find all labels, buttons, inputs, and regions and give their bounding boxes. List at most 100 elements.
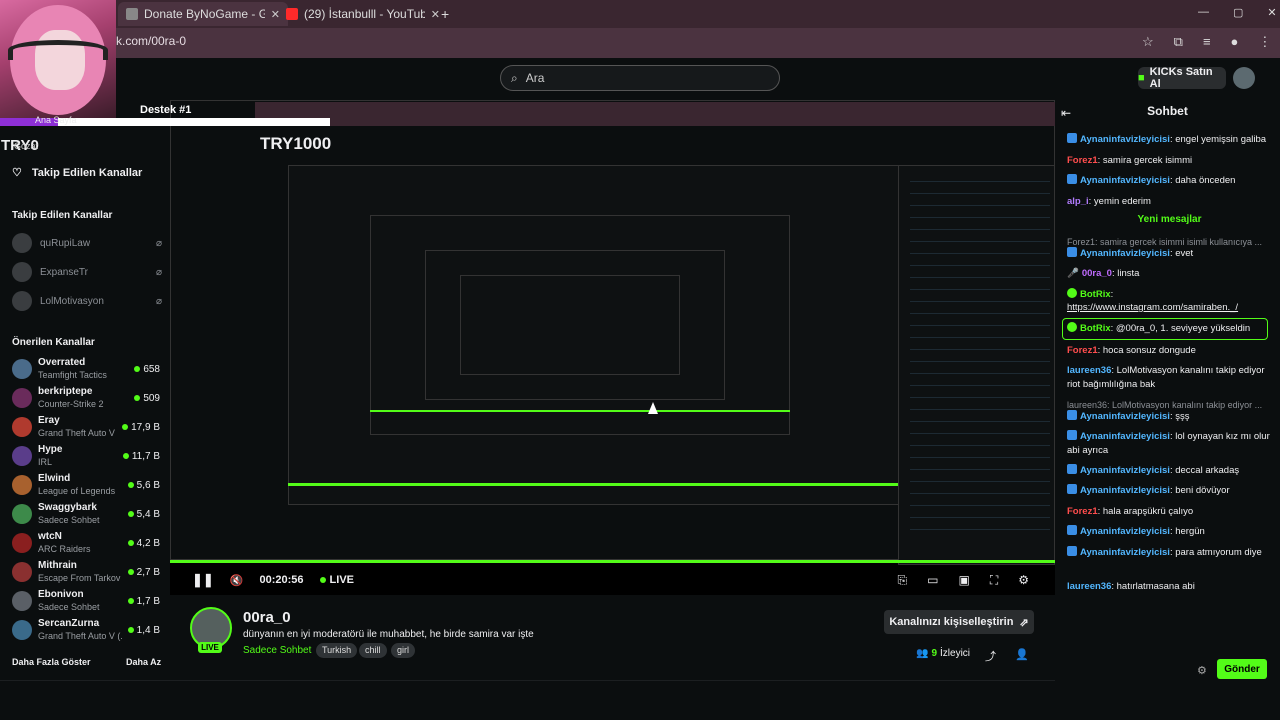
recommended-channel[interactable]: Swaggybark Sadece Sohbet 5,4 B: [12, 500, 160, 528]
tag-chill[interactable]: chill: [359, 643, 387, 658]
chat-username[interactable]: Aynaninfavizleyicisi: [1080, 175, 1170, 186]
pause-icon[interactable]: ❚❚: [192, 572, 214, 588]
video-player[interactable]: [170, 100, 1055, 595]
followed-channel[interactable]: ExpanseTr ⌀: [12, 261, 162, 283]
chat-username[interactable]: Aynaninfavizleyicisi: [1080, 134, 1170, 145]
chat-username[interactable]: laureen36: [1067, 365, 1111, 376]
chat-username[interactable]: alp_i: [1067, 196, 1089, 207]
search-input[interactable]: ⌕ Ara: [500, 65, 780, 91]
show-more-button[interactable]: Daha Fazla Göster: [12, 657, 91, 667]
chat-username[interactable]: laureen36: [1067, 581, 1111, 592]
clip-icon[interactable]: ⎘: [898, 573, 908, 588]
avatar: [12, 562, 32, 582]
live-dot-icon: [127, 627, 134, 633]
kicks-buy-button[interactable]: ■ KICKs Satın Al: [1138, 66, 1226, 90]
followed-channel[interactable]: quRupiLaw ⌀: [12, 232, 162, 254]
chat-message: Forez1: hoca sonsuz dongude: [1067, 344, 1272, 358]
chat-text: : linsta: [1111, 268, 1140, 279]
settings-icon[interactable]: ⚙: [1018, 573, 1029, 588]
chat-link[interactable]: https://www.instagram.com/samiraben._/: [1067, 301, 1272, 315]
recommended-channel[interactable]: Elwind League of Legends 5,6 B: [12, 471, 160, 499]
recommended-channel[interactable]: berkriptepe Counter-Strike 2 509: [12, 384, 160, 412]
subscriber-badge-icon: [1067, 464, 1077, 474]
url-field[interactable]: k.com/00ra-0: [116, 34, 186, 48]
extensions-icon[interactable]: ⧉: [1174, 34, 1183, 50]
tag-girl[interactable]: girl: [391, 643, 416, 658]
avatar: [12, 417, 32, 437]
chat-username[interactable]: BotRix: [1080, 289, 1111, 300]
mouse-cursor-icon: [648, 402, 658, 414]
theater-icon[interactable]: ▭: [927, 573, 938, 588]
star-icon[interactable]: ☆: [1142, 34, 1154, 50]
chat-text: :: [1110, 289, 1114, 300]
chat-username[interactable]: Aynaninfavizleyicisi: [1080, 431, 1170, 442]
recommended-channel[interactable]: Eray Grand Theft Auto V ... 17,9 B: [12, 413, 160, 441]
new-tab-icon[interactable]: +: [441, 6, 449, 22]
chat-username[interactable]: Aynaninfavizleyicisi: [1080, 526, 1170, 537]
maximize-icon[interactable]: ▢: [1233, 6, 1243, 19]
chat-message: Aynaninfavizleyicisi: deccal arkadaş: [1067, 464, 1272, 478]
tag-turkish[interactable]: Turkish: [316, 643, 358, 658]
chat-username[interactable]: Aynaninfavizleyicisi: [1080, 547, 1170, 558]
show-less-button[interactable]: Daha Az: [126, 657, 161, 667]
avatar: [12, 475, 32, 495]
stream-category[interactable]: Sadece Sohbet: [243, 645, 311, 656]
recommended-channel[interactable]: wtcN ARC Raiders 4,2 B: [12, 529, 160, 557]
tab-donate[interactable]: Donate ByNoGame - Gelen/Gid ✕: [118, 2, 288, 26]
chat-username[interactable]: Aynaninfavizleyicisi: [1080, 411, 1170, 422]
home-nav-label[interactable]: Ana Sayfa: [35, 115, 77, 125]
profile-icon[interactable]: ●: [1231, 34, 1239, 50]
channel-text: Eray Grand Theft Auto V ...: [38, 415, 116, 439]
streamer-name[interactable]: 00ra_0: [243, 609, 291, 626]
chat-username[interactable]: Forez1: [1067, 155, 1098, 166]
tab-label: Donate ByNoGame - Gelen/Gid: [144, 7, 265, 21]
close-window-icon[interactable]: ✕: [1267, 6, 1276, 19]
chat-username[interactable]: Aynaninfavizleyicisi: [1080, 248, 1170, 259]
followed-channel[interactable]: LolMotivasyon ⌀: [12, 290, 162, 312]
chat-message: Aynaninfavizleyicisi: hergün: [1067, 525, 1272, 539]
following-nav-label: Takip Edilen Kanallar: [31, 166, 143, 179]
minimize-icon[interactable]: —: [1198, 6, 1209, 19]
chat-username[interactable]: Aynaninfavizleyicisi: [1080, 465, 1170, 476]
send-button[interactable]: Gönder: [1217, 659, 1267, 679]
media-icon[interactable]: ≡: [1203, 34, 1211, 50]
share-icon[interactable]: ⤴: [985, 648, 996, 664]
playback-progress-bar[interactable]: [170, 560, 1055, 563]
channel-name: wtcN: [38, 531, 62, 542]
offline-icon: ⌀: [155, 295, 162, 307]
user-avatar[interactable]: [1233, 67, 1255, 89]
chat-text: : hala arapşükrü çalıyo: [1097, 506, 1194, 517]
subscriber-badge-icon: [1067, 410, 1077, 420]
recommended-channel[interactable]: Overrated Teamfight Tactics 658: [12, 355, 160, 383]
chat-message: Aynaninfavizleyicisi: evet: [1067, 247, 1272, 261]
customize-label: Kanalınızı kişiselleştirin: [889, 616, 1014, 628]
kicks-buy-label: KICKs Satın Al: [1149, 66, 1213, 90]
fullscreen-icon[interactable]: ⛶: [990, 573, 998, 588]
mini-player-icon[interactable]: ▣: [958, 573, 969, 588]
mute-icon[interactable]: 🔇: [230, 574, 244, 587]
chat-username[interactable]: Forez1: [1067, 345, 1098, 356]
chat-username[interactable]: 00ra_0: [1082, 268, 1112, 279]
offline-icon: ⌀: [155, 266, 162, 278]
recommended-channel[interactable]: Mithrain Escape From Tarkov 2,7 B: [12, 558, 160, 586]
nested-progress: [370, 410, 790, 412]
recommended-channel[interactable]: Hype IRL 11,7 B: [12, 442, 160, 470]
menu-icon[interactable]: ⋮: [1258, 34, 1271, 50]
follow-icon[interactable]: 👤: [1015, 648, 1029, 661]
channel-game: IRL: [38, 457, 53, 467]
viewer-count: 658: [134, 364, 160, 375]
following-nav-item[interactable]: ♡ Takip Edilen Kanallar: [12, 166, 143, 180]
offline-icon: ⌀: [155, 237, 162, 249]
nested-progress: [288, 483, 900, 486]
close-icon[interactable]: ✕: [431, 8, 440, 21]
chat-username[interactable]: Aynaninfavizleyicisi: [1080, 485, 1170, 496]
browse-nav-label[interactable]: Gözat: [14, 141, 38, 151]
customize-channel-button[interactable]: Kanalınızı kişiselleştirin ⇗: [884, 610, 1034, 634]
recommended-channel[interactable]: SercanZurna Grand Theft Auto V (... 1,4 B: [12, 616, 160, 644]
tab-youtube[interactable]: (29) İstanbulll - YouTube ✕: [278, 2, 448, 26]
recommended-channel[interactable]: Ebonivon Sadece Sohbet 1,7 B: [12, 587, 160, 615]
chat-settings-icon[interactable]: ⚙: [1197, 664, 1207, 677]
chat-username[interactable]: BotRix: [1080, 323, 1111, 334]
subscriber-badge-icon: [1067, 247, 1077, 257]
chat-username[interactable]: Forez1: [1067, 506, 1098, 517]
